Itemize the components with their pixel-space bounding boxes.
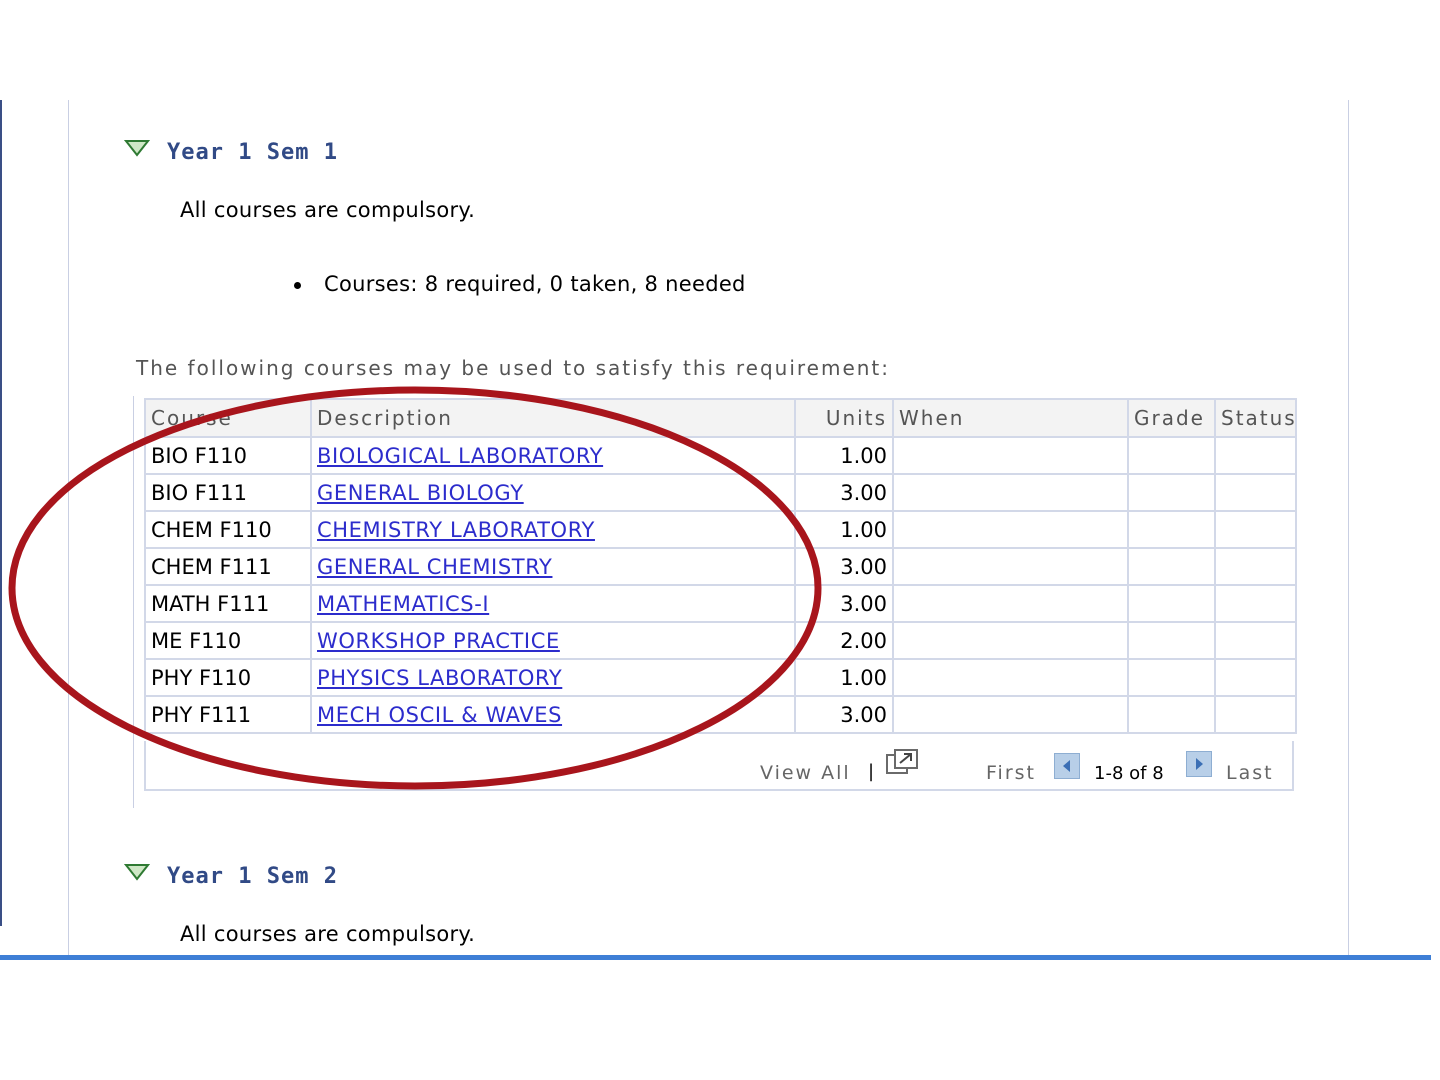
grid-frame-left	[133, 396, 134, 808]
table-row: CHEM F110 CHEMISTRY LABORATORY 1.00	[144, 510, 1297, 549]
course-when	[892, 621, 1129, 660]
section-2-note: All courses are compulsory.	[180, 922, 476, 946]
table-row: BIO F111 GENERAL BIOLOGY 3.00	[144, 473, 1297, 512]
course-description-link[interactable]: GENERAL BIOLOGY	[317, 481, 524, 505]
panel-right-border	[1348, 100, 1349, 960]
table-row: PHY F111 MECH OSCIL & WAVES 3.00	[144, 695, 1297, 734]
course-grade	[1127, 658, 1216, 697]
course-when	[892, 695, 1129, 734]
course-description-link[interactable]: PHYSICS LABORATORY	[317, 666, 562, 690]
course-when	[892, 436, 1129, 475]
section-1-title: Year 1 Sem 1	[167, 140, 338, 165]
course-description-link[interactable]: MECH OSCIL & WAVES	[317, 703, 562, 727]
course-units: 3.00	[794, 584, 894, 623]
course-status	[1214, 473, 1297, 512]
course-description-link[interactable]: GENERAL CHEMISTRY	[317, 555, 552, 579]
course-when	[892, 547, 1129, 586]
first-link[interactable]: First	[986, 762, 1036, 784]
course-description-link[interactable]: BIOLOGICAL LABORATORY	[317, 444, 603, 468]
table-row: PHY F110 PHYSICS LABORATORY 1.00	[144, 658, 1297, 697]
course-code: ME F110	[144, 621, 312, 660]
course-status	[1214, 621, 1297, 660]
next-page-button[interactable]	[1186, 751, 1212, 777]
course-when	[892, 658, 1129, 697]
previous-page-button[interactable]	[1054, 753, 1080, 779]
course-code: CHEM F110	[144, 510, 312, 549]
table-row: ME F110 WORKSHOP PRACTICE 2.00	[144, 621, 1297, 660]
zoom-grid-button[interactable]	[885, 749, 919, 781]
requirement-summary: Courses: 8 required, 0 taken, 8 needed	[324, 272, 746, 296]
courses-intro-text: The following courses may be used to sat…	[136, 356, 891, 380]
nav-separator: |	[868, 761, 875, 782]
arrow-right-icon	[1196, 758, 1203, 770]
triangle-down-icon	[123, 864, 151, 881]
course-status	[1214, 510, 1297, 549]
course-grade	[1127, 584, 1216, 623]
course-units: 1.00	[794, 510, 894, 549]
course-grade	[1127, 473, 1216, 512]
header-status[interactable]: Status	[1214, 398, 1297, 438]
table-row: CHEM F111 GENERAL CHEMISTRY 3.00	[144, 547, 1297, 586]
course-when	[892, 473, 1129, 512]
header-description[interactable]: Description	[310, 398, 796, 438]
course-status	[1214, 658, 1297, 697]
course-units: 3.00	[794, 547, 894, 586]
course-grade	[1127, 510, 1216, 549]
table-row: MATH F111 MATHEMATICS-I 3.00	[144, 584, 1297, 623]
header-grade[interactable]: Grade	[1127, 398, 1216, 438]
course-code: BIO F111	[144, 473, 312, 512]
course-units: 1.00	[794, 436, 894, 475]
section-1-note: All courses are compulsory.	[180, 198, 476, 222]
section-2-title: Year 1 Sem 2	[167, 864, 338, 889]
page-range-text: 1-8 of 8	[1094, 763, 1164, 784]
bottom-divider	[0, 955, 1431, 960]
course-grade	[1127, 695, 1216, 734]
courses-table: Course Description Units When Grade Stat…	[144, 398, 1297, 734]
course-units: 3.00	[794, 473, 894, 512]
course-units: 1.00	[794, 658, 894, 697]
last-link[interactable]: Last	[1226, 762, 1274, 784]
table-row: BIO F110 BIOLOGICAL LABORATORY 1.00	[144, 436, 1297, 475]
panel-left-border	[68, 100, 69, 960]
collapse-section-2-button[interactable]	[123, 862, 151, 886]
course-status	[1214, 584, 1297, 623]
course-status	[1214, 695, 1297, 734]
course-description-link[interactable]: MATHEMATICS-I	[317, 592, 489, 616]
course-grade	[1127, 621, 1216, 660]
header-course[interactable]: Course	[144, 398, 312, 438]
course-code: MATH F111	[144, 584, 312, 623]
course-code: PHY F111	[144, 695, 312, 734]
course-status	[1214, 547, 1297, 586]
table-header-row: Course Description Units When Grade Stat…	[144, 398, 1297, 438]
course-units: 3.00	[794, 695, 894, 734]
arrow-left-icon	[1063, 760, 1070, 772]
course-grade	[1127, 436, 1216, 475]
header-units[interactable]: Units	[794, 398, 894, 438]
course-description-link[interactable]: CHEMISTRY LABORATORY	[317, 518, 595, 542]
course-description-link[interactable]: WORKSHOP PRACTICE	[317, 629, 560, 653]
course-units: 2.00	[794, 621, 894, 660]
header-when[interactable]: When	[892, 398, 1129, 438]
left-edge-bar	[0, 100, 2, 926]
triangle-down-icon	[123, 140, 151, 157]
collapse-section-1-button[interactable]	[123, 138, 151, 162]
course-when	[892, 584, 1129, 623]
course-when	[892, 510, 1129, 549]
course-status	[1214, 436, 1297, 475]
course-grade	[1127, 547, 1216, 586]
course-code: CHEM F111	[144, 547, 312, 586]
view-all-link[interactable]: View All	[760, 762, 851, 784]
new-window-icon	[886, 749, 918, 774]
course-code: BIO F110	[144, 436, 312, 475]
bullet-marker	[294, 282, 301, 289]
course-code: PHY F110	[144, 658, 312, 697]
